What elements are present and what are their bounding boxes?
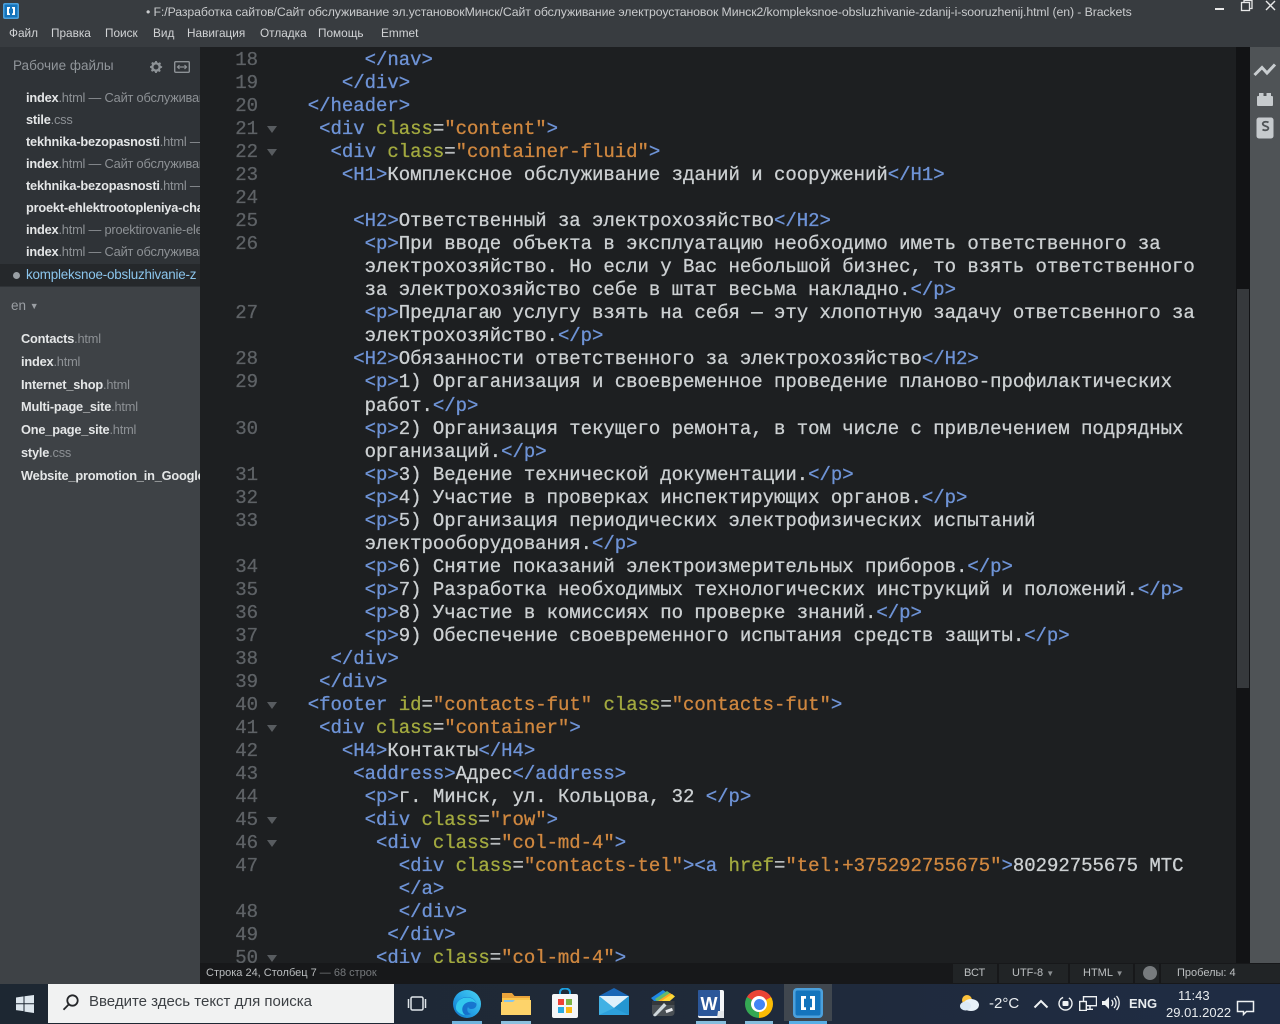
- svg-text:W: W: [701, 994, 718, 1014]
